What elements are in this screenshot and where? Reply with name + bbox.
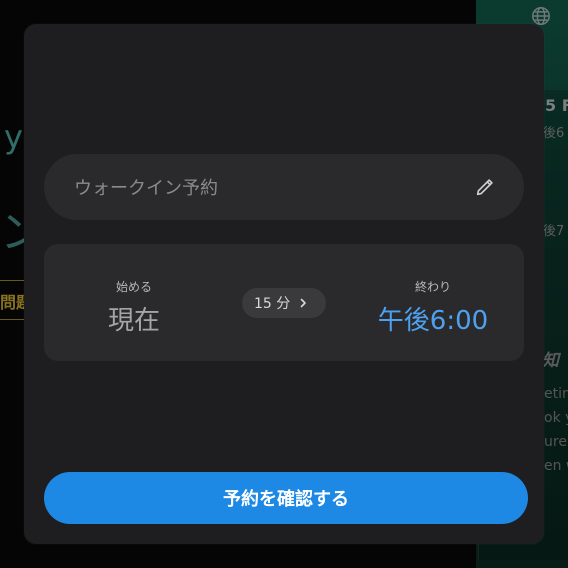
reservation-name-input[interactable] [72, 154, 456, 222]
end-time-group[interactable]: 終わり 午後6:00 [364, 244, 502, 361]
background-text: ure [544, 434, 567, 450]
pencil-icon[interactable] [474, 176, 496, 198]
background-text: 後7 [543, 224, 565, 239]
time-range-panel: 始める 現在 15 分 終わり 午後6:00 [44, 244, 524, 361]
background-text: ok y [544, 410, 568, 426]
confirm-reservation-button[interactable]: 予約を確認する [44, 472, 528, 524]
chevron-right-icon [300, 298, 307, 308]
background-text: en w [544, 458, 568, 474]
start-time-value: 現在 [107, 306, 160, 336]
background-text: etin [544, 386, 568, 402]
background-text: 知 [542, 351, 559, 371]
end-time-value: 午後6:00 [377, 306, 489, 336]
duration-label: 15 分 [254, 296, 291, 312]
background-text: 5 F [545, 96, 568, 115]
end-label: 終わり [414, 280, 451, 294]
start-label: 始める [115, 280, 152, 294]
start-time-group[interactable]: 始める 現在 [84, 244, 184, 361]
background-text: y [4, 118, 23, 156]
screen: 5 F 後6 後7 知 etin ok y ure en w y ン 問題 始め… [0, 0, 568, 568]
reservation-name-field[interactable] [44, 154, 524, 222]
duration-selector[interactable]: 15 分 [242, 288, 326, 318]
background-text: 後6 [543, 126, 565, 141]
walk-in-reservation-dialog: 始める 現在 15 分 終わり 午後6:00 予約を確認する [24, 24, 544, 544]
